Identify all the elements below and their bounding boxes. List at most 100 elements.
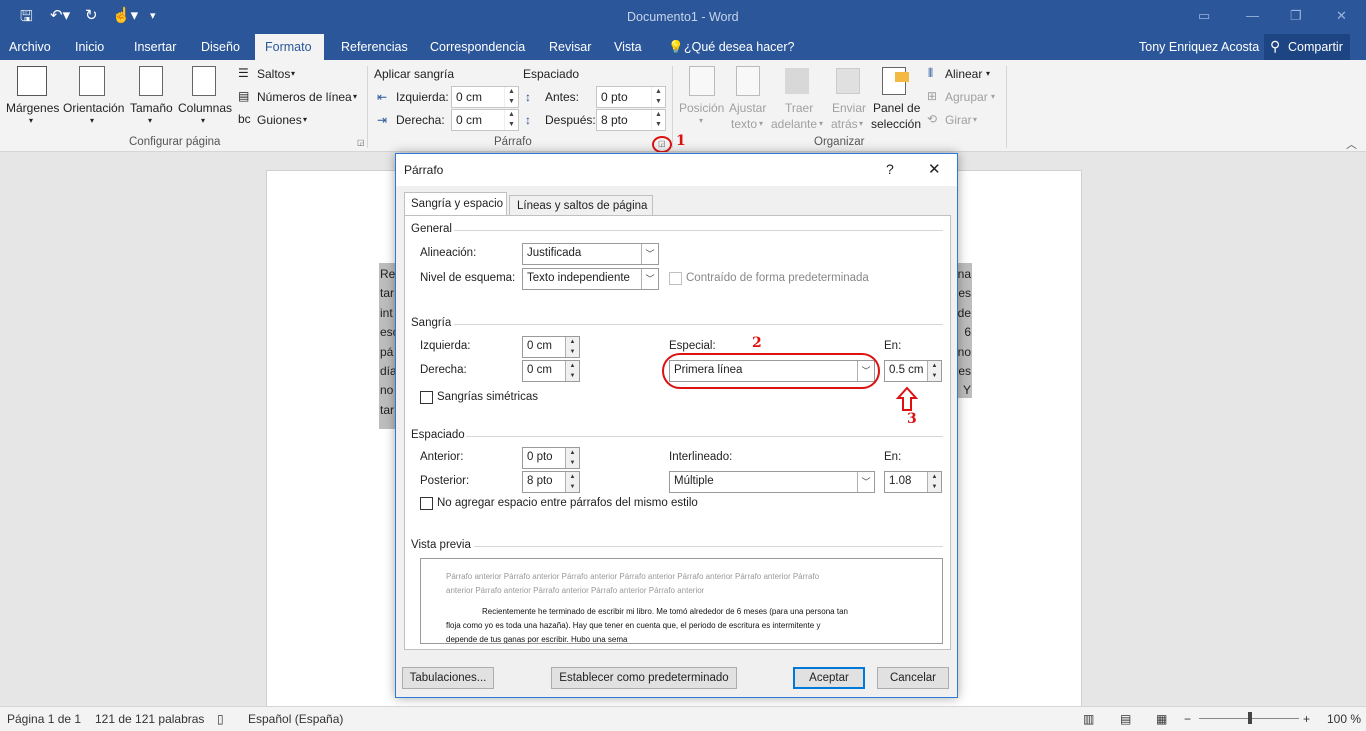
rotate-button[interactable]: Girar (945, 113, 972, 127)
line-spacing-select[interactable]: Múltiple ﹀ (669, 471, 875, 493)
web-layout-icon[interactable]: ▦ (1156, 712, 1167, 726)
ok-button[interactable]: Aceptar (793, 667, 865, 689)
close-icon[interactable]: ✕ (1336, 8, 1347, 24)
tab-revisar[interactable]: Revisar (549, 40, 591, 54)
set-default-button[interactable]: Establecer como predeterminado (551, 667, 737, 689)
tabs-button[interactable]: Tabulaciones... (402, 667, 494, 689)
outline-level-select[interactable]: Texto independiente ﹀ (522, 268, 659, 290)
spinner-arrows-icon[interactable]: ▲ ▼ (565, 448, 579, 468)
touch-mode-icon[interactable]: ☝▾ (112, 6, 138, 24)
spinner-arrows-icon[interactable]: ▲ ▼ (927, 472, 941, 492)
save-icon[interactable]: 🖫 (20, 6, 33, 31)
ribbon-display-icon[interactable]: ▭ (1198, 8, 1210, 24)
divider (466, 436, 943, 437)
tab-insertar[interactable]: Insertar (134, 40, 176, 54)
indent-right-spinner[interactable]: 0 cm ▲ ▼ (522, 360, 580, 382)
minimize-icon[interactable]: — (1246, 8, 1259, 23)
spacing-before-spinner[interactable]: 0 pto ▲ ▼ (596, 86, 666, 108)
zoom-out-icon[interactable]: − (1184, 712, 1191, 726)
columns-button[interactable]: Columnas (178, 101, 232, 115)
zoom-in-icon[interactable]: + (1303, 712, 1310, 726)
spinner-arrows-icon[interactable]: ▲ ▼ (565, 337, 579, 357)
read-mode-icon[interactable]: ▥ (1083, 712, 1094, 726)
chevron-down-icon: ▾ (991, 92, 996, 101)
chevron-down-icon[interactable]: ﹀ (641, 269, 658, 289)
spinner-arrows-icon[interactable]: ▲ ▼ (565, 472, 579, 492)
user-name[interactable]: Tony Enriquez Acosta (1139, 40, 1259, 54)
bring-forward-button[interactable]: Traer (785, 101, 813, 115)
indent-left-spinner[interactable]: 0 cm ▲ ▼ (451, 86, 519, 108)
tell-me-search[interactable]: ¿Qué desea hacer? (684, 40, 795, 54)
tab-line-page-breaks[interactable]: Líneas y saltos de página (509, 195, 653, 216)
mirror-indents-checkbox[interactable] (420, 391, 433, 404)
tab-referencias[interactable]: Referencias (341, 40, 408, 54)
section-preview: Vista previa (411, 539, 471, 551)
collapse-ribbon-icon[interactable]: ︿ (1346, 136, 1357, 152)
selection-pane-button[interactable]: Panel de (873, 101, 920, 115)
language[interactable]: Español (España) (248, 712, 343, 726)
spinner-arrows-icon[interactable]: ▲ ▼ (504, 110, 518, 130)
wrap-text-button[interactable]: Ajustar (729, 101, 766, 115)
spinner-arrows-icon[interactable]: ▲ ▼ (504, 87, 518, 107)
alignment-select[interactable]: Justificada ﹀ (522, 243, 659, 265)
line-spacing-at-spinner[interactable]: 1.08 ▲ ▼ (884, 471, 942, 493)
zoom-slider-thumb[interactable] (1248, 712, 1252, 724)
dialog-close-button[interactable]: ✕ (928, 160, 941, 178)
spacing-after-spinner[interactable]: 8 pto ▲ ▼ (522, 471, 580, 493)
line-numbers-button[interactable]: Números de línea (257, 90, 352, 104)
chevron-down-icon: ▾ (699, 116, 704, 125)
spinner-arrows-icon[interactable]: ▲ ▼ (927, 361, 941, 381)
preview-text-line: Recientemente he terminado de escribir m… (482, 607, 848, 616)
dialog-launcher-icon[interactable]: ◲ (357, 138, 365, 147)
indent-left-spinner[interactable]: 0 cm ▲ ▼ (522, 336, 580, 358)
cancel-button[interactable]: Cancelar (877, 667, 949, 689)
send-backward-label2: atrás (831, 117, 858, 131)
orientation-button[interactable]: Orientación (63, 101, 124, 115)
share-button[interactable]: ⚲ Compartir (1264, 34, 1350, 60)
tab-correspondencia[interactable]: Correspondencia (430, 40, 525, 54)
text-fragment: na (957, 267, 971, 281)
hyphenation-button[interactable]: Guiones (257, 113, 302, 127)
maximize-icon[interactable]: ❐ (1290, 8, 1302, 24)
tab-archivo[interactable]: Archivo (9, 40, 51, 54)
tab-inicio[interactable]: Inicio (75, 40, 104, 54)
paragraph-dialog: Párrafo ? ✕ Sangría y espacio Líneas y s… (395, 153, 958, 698)
redo-icon[interactable]: ↻ (85, 6, 98, 24)
chevron-down-icon: ▾ (90, 116, 95, 125)
breaks-button[interactable]: Saltos (257, 67, 290, 81)
tab-formato[interactable]: Formato (255, 34, 324, 60)
print-layout-icon[interactable]: ▤ (1120, 712, 1131, 726)
collapsed-checkbox[interactable] (669, 272, 682, 285)
spinner-arrows-icon[interactable]: ▲ ▼ (651, 110, 665, 130)
no-space-checkbox[interactable] (420, 497, 433, 510)
margins-button[interactable]: Márgenes (6, 101, 59, 115)
position-button[interactable]: Posición (679, 101, 724, 115)
spacing-before-spinner[interactable]: 0 pto ▲ ▼ (522, 447, 580, 469)
proofing-icon[interactable]: ▯ (217, 712, 224, 726)
help-button[interactable]: ? (886, 161, 894, 177)
indent-right-spinner[interactable]: 0 cm ▲ ▼ (451, 109, 519, 131)
word-count[interactable]: 121 de 121 palabras (95, 712, 204, 726)
tab-diseno[interactable]: Diseño (201, 40, 240, 54)
tab-indent-spacing[interactable]: Sangría y espacio (404, 192, 507, 216)
group-button[interactable]: Agrupar (945, 90, 988, 104)
indent-by-spinner[interactable]: 0.5 cm ▲ ▼ (884, 360, 942, 382)
page-count[interactable]: Página 1 de 1 (7, 712, 81, 726)
customize-quick-access-icon[interactable]: ▾ (150, 9, 156, 22)
align-button[interactable]: Alinear (945, 67, 982, 81)
spacing-before-icon: ↕ (525, 90, 531, 104)
spinner-arrows-icon[interactable]: ▲ ▼ (651, 87, 665, 107)
title-bar: 🖫 ↶▾ ↻ ☝▾ ▾ Documento1 - Word ▭ — ❐ ✕ (0, 0, 1366, 34)
chevron-down-icon[interactable]: ﹀ (857, 472, 874, 492)
zoom-level[interactable]: 100 % (1327, 712, 1361, 726)
spinner-arrows-icon[interactable]: ▲ ▼ (565, 361, 579, 381)
text-fragment: pá (380, 344, 394, 359)
tab-vista[interactable]: Vista (614, 40, 642, 54)
size-button[interactable]: Tamaño (130, 101, 173, 115)
send-backward-button[interactable]: Enviar (832, 101, 866, 115)
spacing-after-spinner[interactable]: 8 pto ▲ ▼ (596, 109, 666, 131)
paragraph-dialog-launcher-icon[interactable]: ◲ (658, 139, 666, 148)
columns-icon (192, 66, 216, 96)
undo-icon[interactable]: ↶▾ (50, 6, 70, 24)
chevron-down-icon[interactable]: ﹀ (641, 244, 658, 264)
